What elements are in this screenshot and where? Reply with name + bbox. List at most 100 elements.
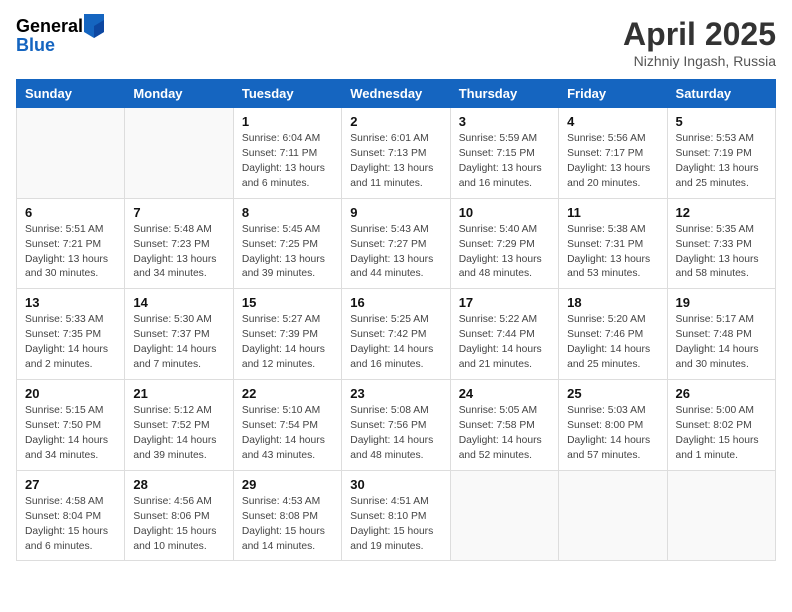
- weekday-header-row: SundayMondayTuesdayWednesdayThursdayFrid…: [17, 80, 776, 108]
- day-number: 27: [25, 477, 116, 492]
- day-number: 1: [242, 114, 333, 129]
- day-number: 30: [350, 477, 441, 492]
- calendar-cell: [17, 108, 125, 199]
- calendar-cell: 26 Sunrise: 5:00 AM Sunset: 8:02 PM Dayli…: [667, 380, 775, 471]
- calendar-cell: 16 Sunrise: 5:25 AM Sunset: 7:42 PM Dayli…: [342, 289, 450, 380]
- day-number: 4: [567, 114, 658, 129]
- calendar-cell: [450, 470, 558, 561]
- calendar-cell: 8 Sunrise: 5:45 AM Sunset: 7:25 PM Daylig…: [233, 198, 341, 289]
- day-info: Sunrise: 5:22 AM Sunset: 7:44 PM Dayligh…: [459, 313, 550, 373]
- day-info: Sunrise: 4:58 AM Sunset: 8:04 PM Dayligh…: [25, 495, 116, 555]
- day-number: 14: [133, 295, 224, 310]
- day-number: 10: [459, 205, 550, 220]
- month-title: April 2025: [623, 16, 776, 53]
- weekday-header-monday: Monday: [125, 80, 233, 108]
- day-number: 6: [25, 205, 116, 220]
- day-info: Sunrise: 6:01 AM Sunset: 7:13 PM Dayligh…: [350, 132, 441, 192]
- calendar-cell: [559, 470, 667, 561]
- calendar-cell: 13 Sunrise: 5:33 AM Sunset: 7:35 PM Dayli…: [17, 289, 125, 380]
- weekday-header-thursday: Thursday: [450, 80, 558, 108]
- day-info: Sunrise: 5:08 AM Sunset: 7:56 PM Dayligh…: [350, 404, 441, 464]
- day-info: Sunrise: 4:53 AM Sunset: 8:08 PM Dayligh…: [242, 495, 333, 555]
- day-number: 16: [350, 295, 441, 310]
- calendar-table: SundayMondayTuesdayWednesdayThursdayFrid…: [16, 79, 776, 561]
- day-number: 19: [676, 295, 767, 310]
- calendar-cell: 22Sunrise: 5:10 AM Sunset: 7:54 PM Dayli…: [233, 380, 341, 471]
- day-info: Sunrise: 5:51 AM Sunset: 7:21 PM Dayligh…: [25, 223, 116, 283]
- calendar-cell: 30 Sunrise: 4:51 AM Sunset: 8:10 PM Dayli…: [342, 470, 450, 561]
- day-number: 12: [676, 205, 767, 220]
- day-info: Sunrise: 5:43 AM Sunset: 7:27 PM Dayligh…: [350, 223, 441, 283]
- day-info: Sunrise: 5:38 AM Sunset: 7:31 PM Dayligh…: [567, 223, 658, 283]
- calendar-week-4: 20 Sunrise: 5:15 AM Sunset: 7:50 PM Dayli…: [17, 380, 776, 471]
- day-info: Sunrise: 5:48 AM Sunset: 7:23 PM Dayligh…: [133, 223, 224, 283]
- day-info: Sunrise: 5:45 AM Sunset: 7:25 PM Dayligh…: [242, 223, 333, 283]
- day-number: 26: [676, 386, 767, 401]
- calendar-cell: 3Sunrise: 5:59 AM Sunset: 7:15 PM Daylig…: [450, 108, 558, 199]
- page-header: General Blue April 2025 Nizhniy Ingash, …: [16, 16, 776, 69]
- logo-blue: Blue: [16, 36, 104, 56]
- day-number: 11: [567, 205, 658, 220]
- calendar-cell: 4Sunrise: 5:56 AM Sunset: 7:17 PM Daylig…: [559, 108, 667, 199]
- day-number: 20: [25, 386, 116, 401]
- day-info: Sunrise: 5:35 AM Sunset: 7:33 PM Dayligh…: [676, 223, 767, 283]
- calendar-week-1: 1 Sunrise: 6:04 AM Sunset: 7:11 PM Daylig…: [17, 108, 776, 199]
- logo-text: General Blue: [16, 16, 104, 56]
- calendar-cell: 11 Sunrise: 5:38 AM Sunset: 7:31 PM Dayli…: [559, 198, 667, 289]
- day-info: Sunrise: 4:56 AM Sunset: 8:06 PM Dayligh…: [133, 495, 224, 555]
- calendar-cell: [667, 470, 775, 561]
- logo: General Blue: [16, 16, 104, 56]
- calendar-cell: 17 Sunrise: 5:22 AM Sunset: 7:44 PM Dayli…: [450, 289, 558, 380]
- calendar-cell: 24Sunrise: 5:05 AM Sunset: 7:58 PM Dayli…: [450, 380, 558, 471]
- day-info: Sunrise: 5:20 AM Sunset: 7:46 PM Dayligh…: [567, 313, 658, 373]
- day-info: Sunrise: 5:53 AM Sunset: 7:19 PM Dayligh…: [676, 132, 767, 192]
- calendar-cell: 28 Sunrise: 4:56 AM Sunset: 8:06 PM Dayli…: [125, 470, 233, 561]
- day-number: 21: [133, 386, 224, 401]
- day-number: 7: [133, 205, 224, 220]
- calendar-cell: 20 Sunrise: 5:15 AM Sunset: 7:50 PM Dayli…: [17, 380, 125, 471]
- calendar-week-2: 6 Sunrise: 5:51 AM Sunset: 7:21 PM Daylig…: [17, 198, 776, 289]
- day-info: Sunrise: 5:27 AM Sunset: 7:39 PM Dayligh…: [242, 313, 333, 373]
- day-info: Sunrise: 5:12 AM Sunset: 7:52 PM Dayligh…: [133, 404, 224, 464]
- day-number: 8: [242, 205, 333, 220]
- day-number: 29: [242, 477, 333, 492]
- day-number: 25: [567, 386, 658, 401]
- calendar-cell: 19Sunrise: 5:17 AM Sunset: 7:48 PM Dayli…: [667, 289, 775, 380]
- day-info: Sunrise: 5:40 AM Sunset: 7:29 PM Dayligh…: [459, 223, 550, 283]
- day-info: Sunrise: 5:30 AM Sunset: 7:37 PM Dayligh…: [133, 313, 224, 373]
- day-info: Sunrise: 6:04 AM Sunset: 7:11 PM Dayligh…: [242, 132, 333, 192]
- calendar-cell: 12 Sunrise: 5:35 AM Sunset: 7:33 PM Dayli…: [667, 198, 775, 289]
- weekday-header-sunday: Sunday: [17, 80, 125, 108]
- day-number: 23: [350, 386, 441, 401]
- calendar-cell: 15 Sunrise: 5:27 AM Sunset: 7:39 PM Dayli…: [233, 289, 341, 380]
- calendar-cell: [125, 108, 233, 199]
- weekday-header-friday: Friday: [559, 80, 667, 108]
- calendar-cell: 7 Sunrise: 5:48 AM Sunset: 7:23 PM Daylig…: [125, 198, 233, 289]
- day-number: 18: [567, 295, 658, 310]
- day-number: 3: [459, 114, 550, 129]
- day-info: Sunrise: 5:10 AM Sunset: 7:54 PM Dayligh…: [242, 404, 333, 464]
- day-number: 17: [459, 295, 550, 310]
- day-number: 13: [25, 295, 116, 310]
- calendar-cell: 21 Sunrise: 5:12 AM Sunset: 7:52 PM Dayli…: [125, 380, 233, 471]
- day-number: 24: [459, 386, 550, 401]
- day-number: 15: [242, 295, 333, 310]
- day-info: Sunrise: 5:25 AM Sunset: 7:42 PM Dayligh…: [350, 313, 441, 373]
- day-number: 2: [350, 114, 441, 129]
- calendar-cell: 27 Sunrise: 4:58 AM Sunset: 8:04 PM Dayli…: [17, 470, 125, 561]
- day-info: Sunrise: 5:33 AM Sunset: 7:35 PM Dayligh…: [25, 313, 116, 373]
- weekday-header-saturday: Saturday: [667, 80, 775, 108]
- day-number: 28: [133, 477, 224, 492]
- day-number: 5: [676, 114, 767, 129]
- calendar-cell: 29 Sunrise: 4:53 AM Sunset: 8:08 PM Dayli…: [233, 470, 341, 561]
- day-info: Sunrise: 5:03 AM Sunset: 8:00 PM Dayligh…: [567, 404, 658, 464]
- weekday-header-tuesday: Tuesday: [233, 80, 341, 108]
- day-info: Sunrise: 5:00 AM Sunset: 8:02 PM Dayligh…: [676, 404, 767, 464]
- day-info: Sunrise: 5:15 AM Sunset: 7:50 PM Dayligh…: [25, 404, 116, 464]
- calendar-cell: 9Sunrise: 5:43 AM Sunset: 7:27 PM Daylig…: [342, 198, 450, 289]
- title-area: April 2025 Nizhniy Ingash, Russia: [623, 16, 776, 69]
- weekday-header-wednesday: Wednesday: [342, 80, 450, 108]
- calendar-week-3: 13 Sunrise: 5:33 AM Sunset: 7:35 PM Dayli…: [17, 289, 776, 380]
- day-info: Sunrise: 4:51 AM Sunset: 8:10 PM Dayligh…: [350, 495, 441, 555]
- calendar-cell: 14 Sunrise: 5:30 AM Sunset: 7:37 PM Dayli…: [125, 289, 233, 380]
